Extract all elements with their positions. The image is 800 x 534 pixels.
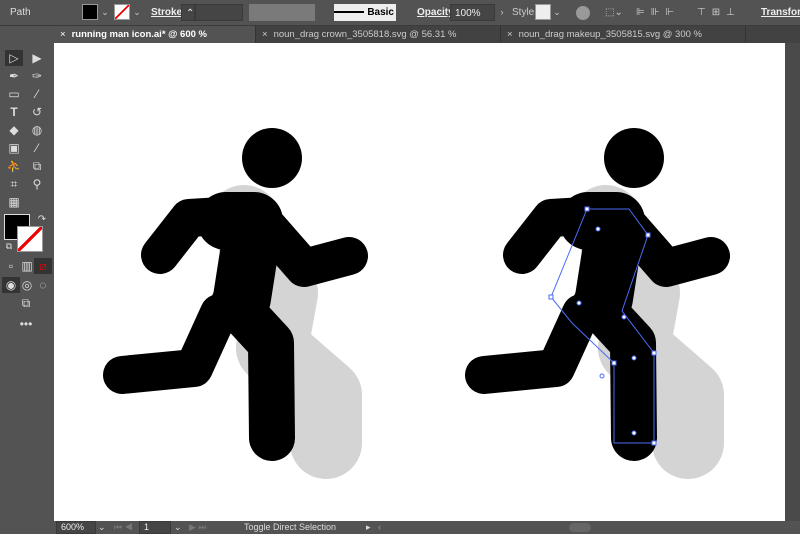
paintbrush-tool-icon[interactable]: ⁄	[28, 86, 46, 102]
opacity-arrow[interactable]: ›	[495, 4, 509, 21]
style-swatch[interactable]	[535, 4, 551, 20]
artwork	[103, 43, 785, 479]
gradient-tool-icon[interactable]: ▣	[5, 140, 23, 156]
artboard-next-last[interactable]: ▶ ⏭	[189, 521, 207, 534]
eraser-tool-icon[interactable]: ◆	[5, 122, 23, 138]
tab-crown[interactable]: ×noun_drag crown_3505818.svg @ 56.31 % (…	[256, 26, 501, 57]
none-mode-icon[interactable]: ⧄	[34, 258, 52, 274]
control-bar: Path ⌄ ⌄ Stroke: ⌃ Basic Opacity: 100% ›…	[0, 0, 800, 26]
vertical-scrollbar[interactable]	[785, 43, 800, 521]
zoom-field[interactable]: 600%	[56, 521, 96, 534]
transform-link[interactable]: Transform	[761, 4, 800, 21]
stroke-weight-field[interactable]	[195, 4, 243, 21]
status-menu-arrow[interactable]: ▸	[366, 521, 371, 534]
tab-makeup[interactable]: ×noun_drag makeup_3505815.svg @ 300 % (R…	[501, 26, 746, 57]
direct-selection-tool-icon[interactable]: ▶	[28, 50, 46, 66]
zoom-dropdown[interactable]: ⌄	[98, 521, 106, 534]
align-to-icon[interactable]: ⬚⌄	[605, 4, 623, 21]
type-tool-icon[interactable]: T	[5, 104, 23, 120]
stroke-dropdown[interactable]: ⌄	[130, 4, 144, 21]
recolor-icon[interactable]	[576, 6, 590, 20]
artboard-canvas[interactable]	[54, 43, 785, 521]
selection-type: Path	[10, 7, 31, 18]
opacity-field[interactable]: 100%	[450, 4, 495, 21]
scroll-left-arrow[interactable]: ‹	[378, 521, 381, 534]
stroke-stepper[interactable]: ⌃	[181, 4, 195, 21]
blend-tool-icon[interactable]: ⧉	[28, 158, 46, 174]
status-bar: 600% ⌄ ⏮ ◀ 1 ⌄ ▶ ⏭ Toggle Direct Selecti…	[54, 521, 800, 534]
running-man-figure[interactable]	[103, 128, 368, 479]
brush-definition[interactable]: Basic	[334, 4, 396, 21]
stroke-color-box[interactable]	[17, 226, 43, 252]
zoom-tool-icon[interactable]: ⚲	[28, 176, 46, 192]
stroke-swatch[interactable]	[114, 4, 130, 20]
curvature-tool-icon[interactable]: ✑	[28, 68, 46, 84]
eyedropper-tool-icon[interactable]: ⁄	[28, 140, 46, 156]
style-label: Style:	[512, 7, 538, 18]
style-dropdown[interactable]: ⌄	[550, 4, 564, 21]
rotate-tool-icon[interactable]: ↺	[28, 104, 46, 120]
close-icon[interactable]: ×	[262, 29, 268, 40]
status-message[interactable]: Toggle Direct Selection	[244, 521, 336, 534]
draw-inside-icon[interactable]: ◌	[34, 277, 52, 293]
artboard-dropdown[interactable]: ⌄	[174, 521, 182, 534]
tab-running-man[interactable]: ×running man icon.ai* @ 600 % (RGB/Previ…	[54, 26, 256, 57]
artboard-field[interactable]: 1	[139, 521, 171, 534]
variable-width-profile[interactable]	[249, 4, 315, 21]
close-icon[interactable]: ×	[507, 29, 513, 40]
puppet-warp-icon[interactable]: ⛹	[5, 158, 23, 174]
selection-tool-icon[interactable]: ▷	[5, 50, 23, 66]
pen-tool-icon[interactable]: ✒	[5, 68, 23, 84]
artboard-tool-icon[interactable]: ⌗	[5, 176, 23, 192]
more-tools-icon[interactable]: •••	[17, 316, 35, 332]
running-man-figure-selected[interactable]	[484, 128, 711, 443]
distribute-buttons[interactable]: ⊤⊞⊥	[697, 4, 741, 21]
graph-tool-icon[interactable]: ▦	[5, 194, 23, 210]
artboard-first-prev[interactable]: ⏮ ◀	[114, 521, 133, 534]
fill-dropdown[interactable]: ⌄	[98, 4, 112, 21]
swap-colors-icon[interactable]: ↷	[33, 212, 51, 228]
brush-label: Basic	[367, 7, 394, 18]
document-tabs: ×running man icon.ai* @ 600 % (RGB/Previ…	[54, 26, 800, 57]
align-buttons[interactable]: ⊫⊪⊩	[636, 4, 680, 21]
tools-panel: ▷ ▶ ✒ ✑ ▭ ⁄ T ↺ ◆ ◍ ▣ ⁄ ⛹ ⧉ ⌗ ⚲ ▦ ↷ ⧉ ▫ …	[0, 26, 54, 534]
rectangle-tool-icon[interactable]: ▭	[5, 86, 23, 102]
shape-builder-icon[interactable]: ◍	[28, 122, 46, 138]
close-icon[interactable]: ×	[60, 29, 66, 40]
default-colors-icon[interactable]: ⧉	[0, 238, 18, 254]
screen-mode-icon[interactable]: ⧉	[17, 295, 35, 311]
horizontal-scrollbar-thumb[interactable]	[569, 523, 591, 532]
fill-swatch[interactable]	[82, 4, 98, 20]
